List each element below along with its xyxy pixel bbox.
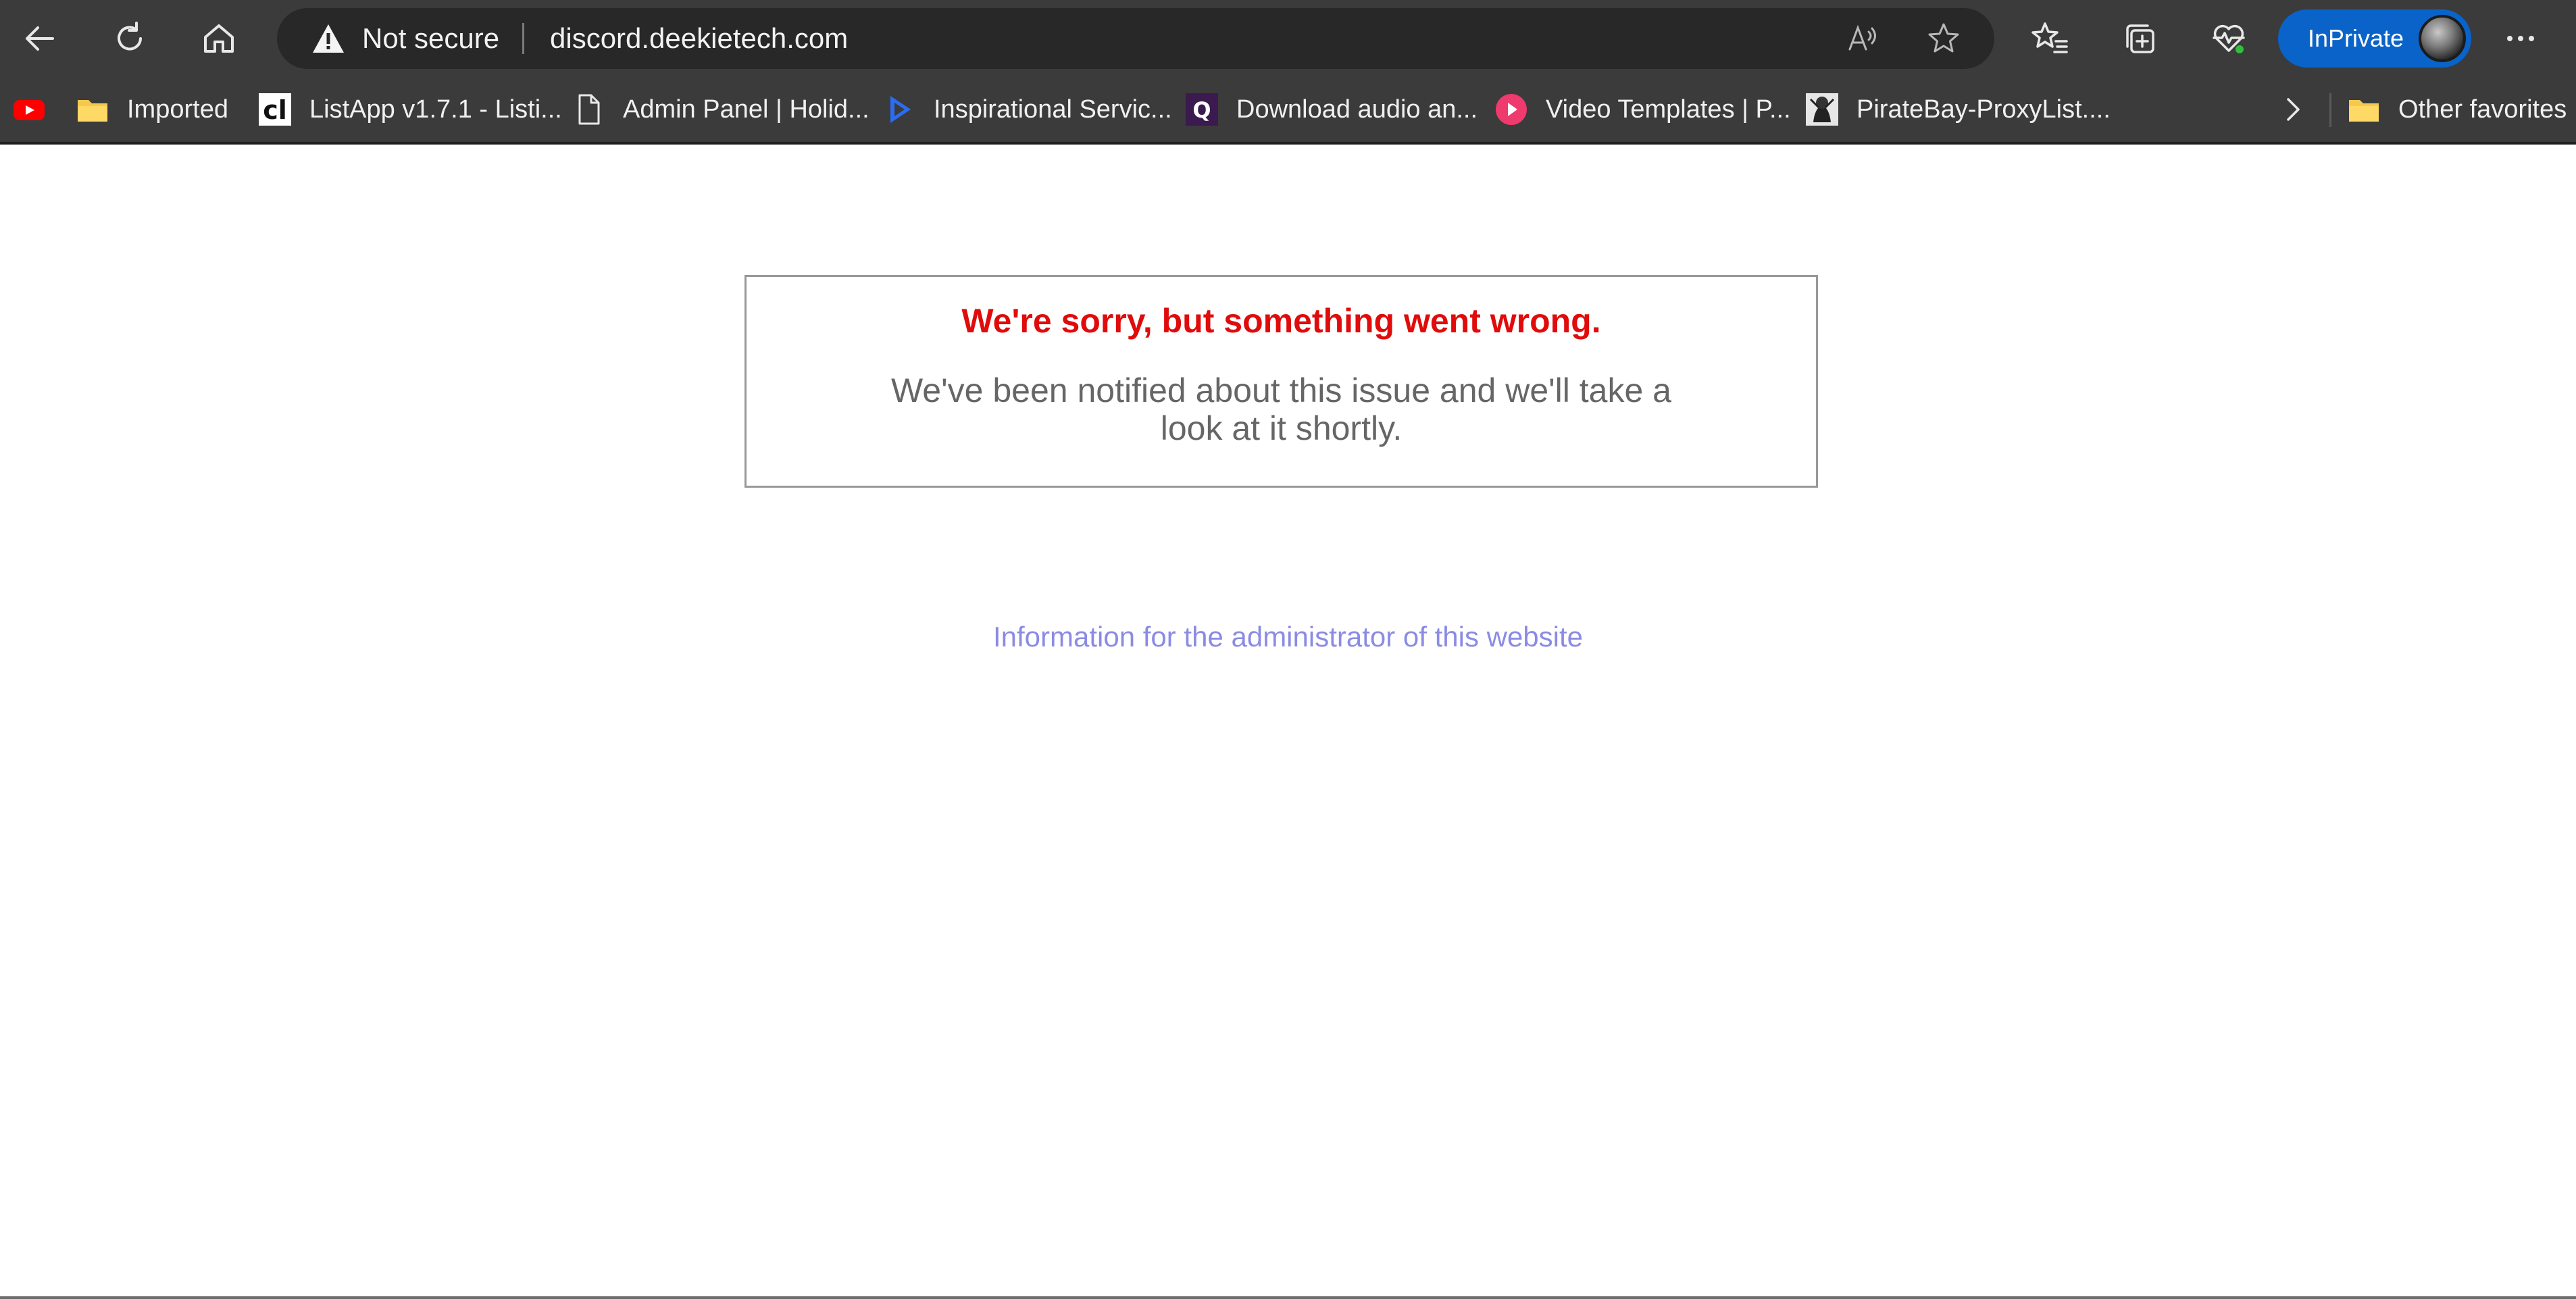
- browser-toolbar: Not secure discord.deekietech.com InPriv…: [0, 0, 2576, 77]
- error-dialog: We're sorry, but something went wrong. W…: [744, 275, 1818, 488]
- refresh-button[interactable]: [101, 9, 159, 68]
- q-logo-icon: Q: [1185, 93, 1219, 126]
- bookmark-admin-panel[interactable]: Admin Panel | Holid...: [572, 77, 869, 142]
- cl-logo-icon: cl: [258, 93, 292, 126]
- address-bar[interactable]: Not secure discord.deekietech.com: [277, 8, 1994, 69]
- favorites-bar-divider: [2329, 93, 2331, 127]
- url-text[interactable]: discord.deekietech.com: [550, 8, 848, 69]
- browser-essentials-button[interactable]: [2200, 9, 2258, 68]
- arrow-left-icon: [26, 26, 54, 51]
- admin-info-link[interactable]: Information for the administrator of thi…: [0, 621, 2576, 653]
- home-button[interactable]: [190, 9, 248, 68]
- browser-chrome: Not secure discord.deekietech.com InPriv…: [0, 0, 2576, 145]
- collections-button[interactable]: [2111, 9, 2169, 68]
- star-icon: [1928, 23, 1959, 53]
- refresh-icon: [118, 22, 142, 51]
- bookmarks-overflow-button[interactable]: [2275, 77, 2309, 142]
- profile-avatar[interactable]: [2419, 15, 2466, 62]
- pink-play-icon: [1494, 93, 1528, 126]
- favorites-button[interactable]: [2021, 9, 2079, 68]
- bookmark-label: Video Templates | P...: [1546, 95, 1791, 124]
- error-message-line: look at it shortly.: [1160, 409, 1403, 447]
- youtube-icon: [12, 93, 46, 126]
- chevron-right-icon: [2275, 93, 2309, 126]
- favorites-star-list-icon: [2031, 22, 2068, 53]
- bookmark-piratebay[interactable]: PirateBay-ProxyList....: [1805, 77, 2111, 142]
- bookmark-label: PirateBay-ProxyList....: [1857, 95, 2111, 124]
- error-message: We've been notified about this issue and…: [747, 372, 1816, 447]
- back-button[interactable]: [11, 9, 70, 68]
- error-title: We're sorry, but something went wrong.: [961, 302, 1601, 340]
- address-divider: [522, 23, 524, 54]
- home-icon: [204, 24, 234, 53]
- read-aloud-icon: [1848, 24, 1876, 51]
- read-aloud-button[interactable]: [1842, 18, 1884, 59]
- bookmark-label: Other favorites: [2398, 95, 2567, 124]
- bookmark-download-audio[interactable]: Q Download audio an...: [1185, 77, 1478, 142]
- bookmark-other-favorites[interactable]: Other favorites: [2347, 77, 2567, 142]
- bookmark-label: Inspirational Servic...: [934, 95, 1172, 124]
- inprivate-label: InPrivate: [2308, 24, 2404, 52]
- warning-icon[interactable]: [312, 23, 345, 54]
- settings-more-button[interactable]: [2492, 9, 2550, 68]
- page-icon: [572, 93, 605, 126]
- error-message-line: We've been notified about this issue and…: [890, 372, 1671, 409]
- bookmark-label: Imported: [127, 95, 228, 124]
- bookmark-inspirational[interactable]: Inspirational Servic...: [882, 77, 1172, 142]
- heart-pulse-icon: [2213, 24, 2245, 53]
- inprivate-button[interactable]: InPrivate: [2278, 9, 2471, 68]
- bookmark-label: ListApp v1.7.1 - Listi...: [309, 95, 562, 124]
- window-bottom-edge: [0, 1296, 2576, 1299]
- bookmark-imported[interactable]: Imported: [76, 77, 228, 142]
- bookmark-video-templates[interactable]: Video Templates | P...: [1494, 77, 1791, 142]
- security-status[interactable]: Not secure: [362, 8, 499, 69]
- bookmark-listapp[interactable]: cl ListApp v1.7.1 - Listi...: [258, 77, 562, 142]
- folder-icon: [2347, 93, 2381, 126]
- collections-icon: [2126, 24, 2154, 53]
- page-content: We're sorry, but something went wrong. W…: [0, 145, 2576, 1299]
- add-favorite-button[interactable]: [1923, 18, 1965, 59]
- play-triangle-icon: [882, 93, 916, 126]
- svg-text:Q: Q: [1192, 97, 1211, 123]
- bookmark-label: Download audio an...: [1236, 95, 1478, 124]
- svg-text:cl: cl: [263, 95, 287, 125]
- favorites-bar: Imported cl ListApp v1.7.1 - Listi... Ad…: [0, 77, 2576, 145]
- pirate-icon: [1805, 93, 1839, 126]
- folder-icon: [76, 93, 109, 126]
- bookmark-label: Admin Panel | Holid...: [623, 95, 869, 124]
- more-dots-icon: [2507, 36, 2534, 41]
- bookmark-youtube[interactable]: [12, 77, 46, 142]
